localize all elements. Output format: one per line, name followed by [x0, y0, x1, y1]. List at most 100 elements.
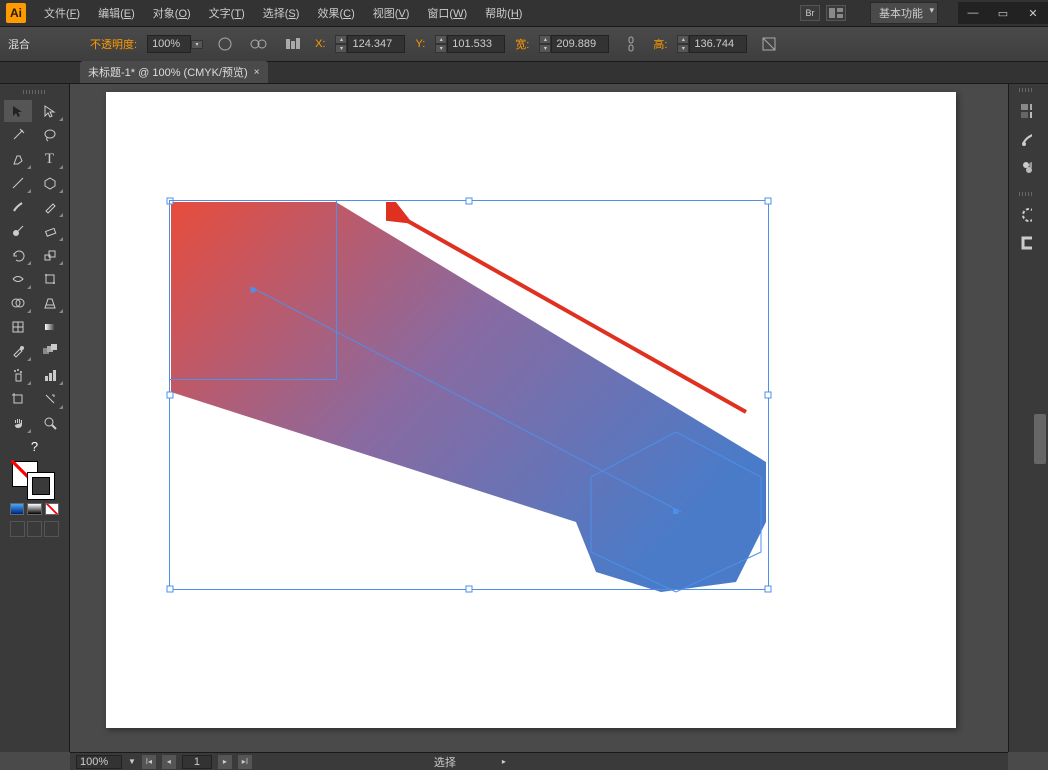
eyedropper-tool[interactable] [4, 340, 32, 362]
perspective-icon [43, 296, 57, 310]
close-button[interactable]: ✕ [1018, 2, 1048, 24]
opacity-field[interactable] [147, 35, 191, 53]
handle-sw[interactable] [167, 586, 174, 593]
opacity-dropdown[interactable]: ▾ [191, 40, 203, 49]
bridge-button[interactable]: Br [800, 5, 820, 21]
menu-select[interactable]: 选择(S) [255, 2, 308, 24]
x-spinner[interactable]: ▴▾ [335, 35, 347, 53]
handle-e[interactable] [765, 392, 772, 399]
style-button[interactable] [213, 33, 237, 55]
y-field[interactable] [447, 35, 505, 53]
zoom-tool[interactable] [36, 412, 64, 434]
lasso-tool[interactable] [36, 124, 64, 146]
gradient-mode-button[interactable] [27, 503, 41, 515]
hand-tool[interactable] [4, 412, 32, 434]
paintbrush-tool[interactable] [4, 196, 32, 218]
draw-normal-button[interactable] [10, 521, 25, 537]
status-bar: 100% ▼ I◂ ◂ 1 ▸ ▸I 选择 ▸ [70, 752, 1008, 770]
pen-tool[interactable] [4, 148, 32, 170]
rotate-tool[interactable] [4, 244, 32, 266]
blob-brush-tool[interactable] [4, 220, 32, 242]
slice-tool[interactable] [36, 388, 64, 410]
align-button[interactable] [281, 33, 305, 55]
workspace-switcher[interactable]: 基本功能 [870, 2, 938, 24]
gradient-tool[interactable] [36, 316, 64, 338]
scale-icon [43, 248, 57, 262]
menu-file[interactable]: 文件(F) [36, 2, 88, 24]
last-artboard-button[interactable]: ▸I [238, 755, 252, 769]
w-spinner[interactable]: ▴▾ [539, 35, 551, 53]
eraser-tool[interactable] [36, 220, 64, 242]
perspective-tool[interactable] [36, 292, 64, 314]
zoom-field[interactable]: 100% [76, 755, 122, 769]
recolor-button[interactable] [247, 33, 271, 55]
scale-tool[interactable] [36, 244, 64, 266]
app-logo: Ai [6, 3, 26, 23]
type-tool[interactable]: T [36, 148, 64, 170]
document-tab-title: 未标题-1* @ 100% (CMYK/预览) [88, 64, 248, 80]
menu-effect[interactable]: 效果(C) [309, 2, 362, 24]
transform-panel-button[interactable] [757, 33, 781, 55]
pencil-tool[interactable] [36, 196, 64, 218]
graph-tool[interactable] [36, 364, 64, 386]
align-icon [285, 37, 301, 51]
document-tab[interactable]: 未标题-1* @ 100% (CMYK/预览) × [80, 61, 268, 83]
menu-help[interactable]: 帮助(H) [477, 2, 530, 24]
h-label: 高: [653, 36, 667, 52]
mesh-tool[interactable] [4, 316, 32, 338]
grid-icon [829, 8, 843, 18]
magic-wand-tool[interactable] [4, 124, 32, 146]
arrow-cursor-icon [11, 104, 25, 118]
arrange-docs-button[interactable] [826, 5, 846, 21]
free-transform-icon [43, 272, 57, 286]
stroke-swatch[interactable] [28, 473, 54, 499]
w-field[interactable] [551, 35, 609, 53]
menu-object[interactable]: 对象(O) [145, 2, 199, 24]
draw-inside-button[interactable] [44, 521, 59, 537]
selection-tool[interactable] [4, 100, 32, 122]
graph-icon [43, 368, 57, 382]
color-mode-button[interactable] [10, 503, 24, 515]
menu-view[interactable]: 视图(V) [365, 2, 418, 24]
menu-type[interactable]: 文字(T) [201, 2, 253, 24]
titlebar: Ai 文件(F) 编辑(E) 对象(O) 文字(T) 选择(S) 效果(C) 视… [0, 0, 1048, 26]
shape-builder-tool[interactable] [4, 292, 32, 314]
blend-tool[interactable] [36, 340, 64, 362]
none-mode-button[interactable] [45, 503, 59, 515]
width-tool[interactable] [4, 268, 32, 290]
scrollbar-thumb[interactable] [1034, 414, 1046, 464]
prev-artboard-button[interactable]: ◂ [162, 755, 176, 769]
handle-ne[interactable] [765, 198, 772, 205]
next-artboard-button[interactable]: ▸ [218, 755, 232, 769]
recolor-icon [250, 37, 268, 51]
draw-behind-button[interactable] [27, 521, 42, 537]
canvas[interactable] [70, 84, 1008, 752]
maximize-button[interactable]: ▭ [988, 2, 1018, 24]
menu-edit[interactable]: 编辑(E) [90, 2, 143, 24]
handle-w[interactable] [167, 392, 174, 399]
x-field[interactable] [347, 35, 405, 53]
free-transform-tool[interactable] [36, 268, 64, 290]
y-spinner[interactable]: ▴▾ [435, 35, 447, 53]
h-spinner[interactable]: ▴▾ [677, 35, 689, 53]
handle-n[interactable] [466, 198, 473, 205]
handle-s[interactable] [466, 586, 473, 593]
vertical-scrollbar[interactable] [1032, 84, 1048, 752]
first-artboard-button[interactable]: I◂ [142, 755, 156, 769]
link-wh-button[interactable] [619, 33, 643, 55]
menu-window[interactable]: 窗口(W) [419, 2, 475, 24]
h-field[interactable] [689, 35, 747, 53]
artboard-number-field[interactable]: 1 [182, 755, 212, 769]
artboard-tool[interactable] [4, 388, 32, 410]
blob-icon [11, 224, 25, 238]
brush-icon [11, 200, 25, 214]
line-tool[interactable] [4, 172, 32, 194]
shape-tool[interactable] [36, 172, 64, 194]
direct-selection-tool[interactable] [36, 100, 64, 122]
toolbox-grip[interactable] [2, 88, 67, 96]
fill-stroke-selector[interactable] [4, 459, 65, 499]
tool-hints-button[interactable]: ? [4, 436, 65, 457]
symbol-sprayer-tool[interactable] [4, 364, 32, 386]
tab-close-button[interactable]: × [254, 67, 260, 78]
minimize-button[interactable]: — [958, 2, 988, 24]
